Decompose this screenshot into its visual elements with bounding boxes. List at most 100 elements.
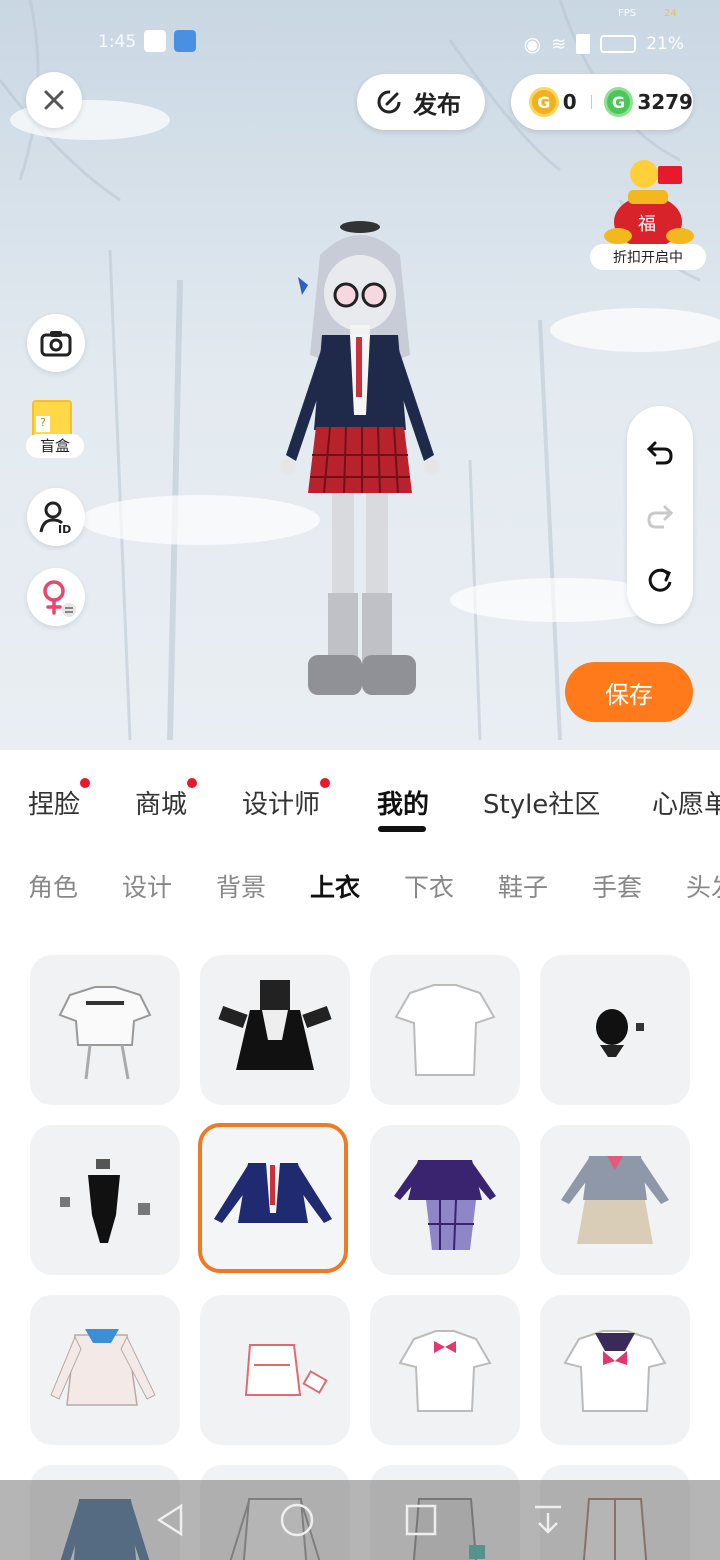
tab-shop[interactable]: 商城 <box>135 778 198 821</box>
tab-label: 心愿单 <box>652 790 720 820</box>
item-card[interactable] <box>370 1125 520 1275</box>
navy-blazer-icon <box>214 1163 332 1223</box>
user-id-icon: ID <box>39 501 71 534</box>
undo-button[interactable] <box>644 436 676 468</box>
item-card[interactable] <box>30 955 180 1105</box>
black-maid-dress-icon <box>218 980 332 1070</box>
nav-home-button[interactable] <box>277 1500 317 1540</box>
camera-icon <box>40 331 72 357</box>
close-button[interactable] <box>26 72 82 128</box>
reset-icon <box>648 568 672 592</box>
nav-hide-button[interactable] <box>528 1500 568 1540</box>
lucky-bag-tag: 折扣开启中 <box>590 244 706 270</box>
subtab-character[interactable]: 角色 <box>28 868 78 904</box>
gender-switch-button[interactable] <box>27 568 85 626</box>
wifi-icon: ≋ <box>551 33 567 55</box>
black-bodysuit-icon <box>60 1159 150 1243</box>
item-card[interactable] <box>200 1295 350 1445</box>
subtab-design[interactable]: 设计 <box>122 868 172 904</box>
hide-navbar-icon <box>535 1505 561 1534</box>
svg-text:ID: ID <box>58 523 71 534</box>
purple-plaid-uniform-icon <box>394 1160 496 1251</box>
redo-icon <box>647 505 674 529</box>
tab-label: 商城 <box>135 790 188 820</box>
active-tab-indicator <box>378 826 426 832</box>
fps-label: FPS <box>618 8 637 19</box>
system-navigation-bar <box>0 1480 720 1560</box>
item-card[interactable] <box>370 955 520 1105</box>
subtab-hair[interactable]: 头发 <box>686 868 720 904</box>
tab-mine[interactable]: 我的 <box>377 784 429 821</box>
history-controls <box>627 406 693 624</box>
blind-box-label: 盲盒 <box>26 434 84 458</box>
recents-square-icon <box>405 1504 437 1536</box>
item-card[interactable] <box>540 1125 690 1275</box>
reset-button[interactable] <box>644 564 676 596</box>
avatar-id-button[interactable]: ID <box>27 488 85 546</box>
item-card[interactable] <box>200 955 350 1105</box>
battery-icon <box>600 35 637 53</box>
fps-value: 24 <box>664 8 677 19</box>
lucky-bag-icon: 福 <box>604 160 694 248</box>
save-button[interactable]: 保存 <box>565 662 693 722</box>
item-card[interactable] <box>30 1295 180 1445</box>
redo-button[interactable] <box>644 500 676 532</box>
notification-dot <box>320 778 331 788</box>
white-graphic-tee-icon <box>58 986 152 1080</box>
item-card[interactable] <box>370 1295 520 1445</box>
tab-label: Style社区 <box>483 790 601 820</box>
gold-coin-icon: G <box>529 87 559 117</box>
subtab-gloves[interactable]: 手套 <box>592 868 642 904</box>
white-cardigan-icon <box>50 1329 156 1406</box>
publish-label: 发布 <box>413 90 461 119</box>
item-card[interactable] <box>30 1125 180 1275</box>
subtab-background[interactable]: 背景 <box>216 868 266 904</box>
nav-back-button[interactable] <box>150 1500 190 1540</box>
eye-icon: ◉ <box>523 32 542 56</box>
green-coin-count: 3279 <box>637 90 693 114</box>
black-top-small-icon <box>596 1009 644 1057</box>
blind-box-button[interactable]: ? 盲盒 <box>26 394 86 464</box>
camera-button[interactable] <box>27 314 85 372</box>
question-mark-icon: ? <box>36 416 50 432</box>
tab-wishlist[interactable]: 心愿单 <box>652 784 720 821</box>
pink-outline-top-icon <box>244 1344 328 1396</box>
tab-face[interactable]: 捏脸 <box>28 778 91 821</box>
subtab-bottom[interactable]: 下衣 <box>404 868 454 904</box>
plain-white-tee-icon <box>394 984 496 1076</box>
home-circle-icon <box>280 1503 314 1537</box>
sim-icon <box>576 34 591 54</box>
back-triangle-icon <box>156 1503 183 1537</box>
clothing-item-grid <box>0 940 720 1560</box>
avatar-preview-scene: 1:45 ◉ ≋ 21% FPS 24 发布 G 0 G 3279 福 折扣开启… <box>0 0 720 750</box>
currency-display[interactable]: G 0 G 3279 <box>511 74 693 130</box>
avatar-character <box>280 221 440 695</box>
item-card-selected[interactable] <box>198 1123 348 1273</box>
nav-recents-button[interactable] <box>401 1500 441 1540</box>
svg-text:福: 福 <box>638 214 656 235</box>
close-icon <box>44 90 64 110</box>
discount-lucky-bag[interactable]: 福 折扣开启中 <box>588 152 708 272</box>
green-coin-icon: G <box>603 87 634 117</box>
cloud-icon <box>174 30 196 52</box>
tab-style-community[interactable]: Style社区 <box>483 784 600 821</box>
notification-dot <box>80 778 91 788</box>
baidu-icon <box>144 30 166 52</box>
currency-divider <box>590 95 592 109</box>
item-card[interactable] <box>540 955 690 1105</box>
subtab-shoes[interactable]: 鞋子 <box>498 868 548 904</box>
item-card[interactable] <box>540 1295 690 1445</box>
undo-icon <box>646 441 673 465</box>
female-gender-icon <box>43 580 76 617</box>
tab-designer[interactable]: 设计师 <box>242 778 331 821</box>
notification-dot <box>187 778 198 788</box>
sailor-top-icon <box>563 1330 667 1412</box>
tab-label: 我的 <box>377 790 430 820</box>
battery-percent: 21% <box>646 34 684 54</box>
category-tab-bar: 角色 设计 背景 上衣 下衣 鞋子 手套 头发 <box>0 852 720 922</box>
subtab-top[interactable]: 上衣 <box>310 868 360 904</box>
publish-button[interactable]: 发布 <box>357 74 485 130</box>
main-tab-bar: 捏脸 商城 设计师 我的 Style社区 心愿单 <box>0 752 720 848</box>
grey-sailor-uniform-icon <box>561 1156 669 1244</box>
status-bar: 1:45 ◉ ≋ 21% <box>0 28 720 60</box>
